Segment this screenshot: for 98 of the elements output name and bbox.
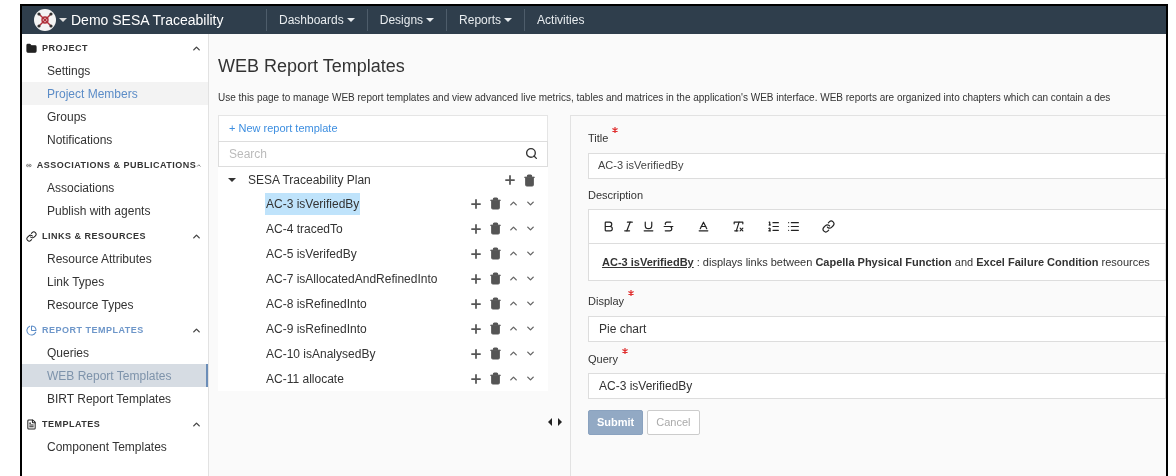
page-description: Use this page to manage WEB report templates and view advanced live metrics, tables and matrices in the application's WEB interface. WEB reports are organized into chapters which can contain a des xyxy=(218,91,1112,105)
file-icon xyxy=(26,419,37,430)
move-down-icon[interactable] xyxy=(525,273,536,284)
pie-chart-icon xyxy=(26,325,37,336)
move-down-icon[interactable] xyxy=(525,223,536,234)
text-color-icon[interactable] xyxy=(697,220,710,233)
tree-item[interactable]: AC-5 isVerifedBy xyxy=(265,242,358,265)
nav-menu[interactable]: Dashboards xyxy=(279,11,355,29)
link-icon[interactable] xyxy=(822,220,835,233)
expand-right-icon xyxy=(558,418,562,426)
sidebar-item[interactable]: Publish with agents xyxy=(22,199,208,222)
move-up-icon[interactable] xyxy=(508,198,519,209)
trash-icon[interactable] xyxy=(489,322,502,335)
add-icon[interactable] xyxy=(469,221,483,236)
folder-icon xyxy=(26,43,37,54)
section-title[interactable]: ASSOCIATIONS & PUBLICATIONS xyxy=(36,158,197,173)
tree-item[interactable]: AC-4 tracedTo xyxy=(265,217,344,240)
bold-icon[interactable] xyxy=(602,220,615,233)
add-icon[interactable] xyxy=(469,296,483,311)
sidebar-item[interactable]: Associations xyxy=(22,176,208,199)
trash-icon[interactable] xyxy=(489,347,502,360)
underline-icon[interactable] xyxy=(642,220,655,233)
description-text: AC-3 isVerifiedBy : displays links between Capella Physical Function and Excel Failure Condition resources xyxy=(602,254,1150,270)
nav-menu[interactable]: Designs xyxy=(379,11,435,29)
clear-format-icon[interactable] xyxy=(732,220,745,233)
chevron-icon[interactable] xyxy=(191,43,202,54)
tree-item[interactable]: AC-10 isAnalysedBy xyxy=(265,342,377,365)
sidebar-item[interactable]: Groups xyxy=(22,105,208,128)
section-title[interactable]: PROJECT xyxy=(42,41,88,56)
trash-icon[interactable] xyxy=(489,372,502,385)
move-up-icon[interactable] xyxy=(508,373,519,384)
add-icon[interactable] xyxy=(469,346,483,361)
move-up-icon[interactable] xyxy=(508,223,519,234)
move-up-icon[interactable] xyxy=(508,248,519,259)
tree-item[interactable]: AC-7 isAllocatedAndRefinedInto xyxy=(265,267,439,290)
field-label: Title xyxy=(588,131,609,146)
title-field[interactable]: AC-3 isVerifiedBy xyxy=(588,152,1166,179)
collapse-left-icon xyxy=(548,418,552,426)
move-down-icon[interactable] xyxy=(525,373,536,384)
sidebar-item[interactable]: Component Templates xyxy=(22,435,208,458)
trash-icon[interactable] xyxy=(489,272,502,285)
add-icon[interactable] xyxy=(469,196,483,211)
nav-menu[interactable]: Reports xyxy=(459,11,513,29)
move-down-icon[interactable] xyxy=(525,348,536,359)
move-down-icon[interactable] xyxy=(525,248,536,259)
numbered-list-icon[interactable] xyxy=(767,220,780,233)
trash-icon[interactable] xyxy=(489,222,502,235)
trash-icon[interactable] xyxy=(489,297,502,310)
move-down-icon[interactable] xyxy=(525,198,536,209)
move-down-icon[interactable] xyxy=(525,323,536,334)
move-up-icon[interactable] xyxy=(508,298,519,309)
add-icon[interactable] xyxy=(469,321,483,336)
move-up-icon[interactable] xyxy=(508,348,519,359)
chevron-icon[interactable] xyxy=(191,231,202,242)
chevron-icon[interactable] xyxy=(191,419,202,430)
search-icon[interactable] xyxy=(525,147,538,160)
strikethrough-icon[interactable] xyxy=(662,220,675,233)
template-link[interactable]: AC-3 isVerifiedBy xyxy=(602,255,694,268)
move-up-icon[interactable] xyxy=(508,323,519,334)
new-report-template-link[interactable]: + New report template xyxy=(229,120,338,137)
section-title[interactable]: LINKS & RESOURCES xyxy=(42,229,146,244)
tree-folder[interactable]: SESA Traceability Plan xyxy=(248,171,371,189)
caret-icon xyxy=(59,18,67,22)
tree-item[interactable]: AC-8 isRefinedInto xyxy=(265,292,368,315)
move-down-icon[interactable] xyxy=(525,298,536,309)
sidebar-item[interactable]: BIRT Report Templates xyxy=(22,387,208,410)
query-field[interactable]: AC-3 isVerifiedBy xyxy=(588,373,1166,399)
trash-icon[interactable] xyxy=(489,247,502,260)
add-icon[interactable] xyxy=(469,271,483,286)
trash-icon[interactable] xyxy=(489,197,502,210)
bullet-list-icon[interactable] xyxy=(787,220,800,233)
tree-item[interactable]: AC-3 isVerifiedBy xyxy=(265,192,361,215)
field-label: Query xyxy=(588,351,618,367)
add-icon[interactable] xyxy=(503,173,517,187)
link-icon xyxy=(26,231,37,242)
tree-item[interactable]: AC-9 isRefinedInto xyxy=(265,317,368,340)
sidebar-item[interactable]: Queries xyxy=(22,341,208,364)
display-field[interactable]: Pie chart xyxy=(588,315,1166,342)
logo-icon xyxy=(34,9,56,31)
move-up-icon[interactable] xyxy=(508,273,519,284)
section-title[interactable]: TEMPLATES xyxy=(42,417,101,432)
chevron-icon[interactable] xyxy=(191,325,202,336)
sidebar-item[interactable]: Resource Attributes xyxy=(22,247,208,270)
page-title: WEB Report Templates xyxy=(218,55,406,78)
nav-menu[interactable]: Activities xyxy=(537,11,585,29)
search-field[interactable]: Search xyxy=(218,141,548,167)
add-icon[interactable] xyxy=(469,371,483,386)
field-label: Description xyxy=(588,187,644,203)
sidebar-item[interactable]: Settings xyxy=(22,59,208,82)
tree-item[interactable]: AC-11 allocate xyxy=(265,367,345,390)
add-icon[interactable] xyxy=(469,246,483,261)
sidebar-item[interactable]: Resource Types xyxy=(22,293,208,316)
field-label: Display xyxy=(588,294,625,309)
app-title[interactable]: Demo SESA Traceability xyxy=(71,9,224,31)
sidebar-item[interactable]: Notifications xyxy=(22,128,208,151)
trash-icon[interactable] xyxy=(523,173,536,187)
sidebar-item[interactable]: Link Types xyxy=(22,270,208,293)
italic-icon[interactable] xyxy=(622,220,635,233)
